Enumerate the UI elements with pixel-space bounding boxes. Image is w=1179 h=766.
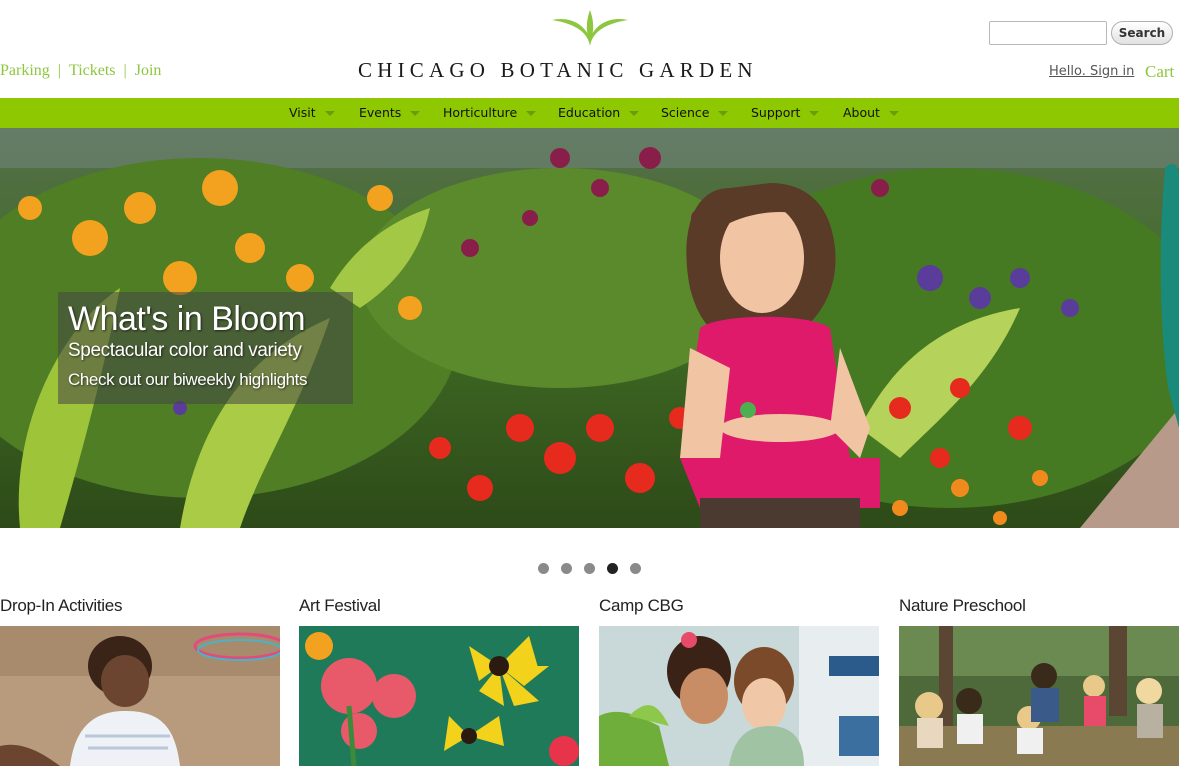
site-header: Parking | Tickets | Join CHICAGO BOTANIC GAR…: [0, 0, 1179, 98]
search-button[interactable]: Search: [1111, 21, 1173, 45]
slider-dot[interactable]: [584, 563, 595, 574]
utility-links: Parking | Tickets | Join: [0, 62, 161, 80]
feature-card-nature-preschool[interactable]: Nature Preschool: [899, 596, 1179, 766]
nav-item-horticulture[interactable]: Horticulture: [443, 98, 537, 128]
hero-link[interactable]: Check out our biweekly highlights: [68, 366, 343, 394]
nav-item-education[interactable]: Education: [558, 98, 640, 128]
chevron-down-icon: [809, 111, 820, 116]
main-nav: Visit Events Horticulture Education Scie…: [0, 98, 1179, 128]
nav-item-visit[interactable]: Visit: [289, 98, 335, 128]
slider-dot-active[interactable]: [607, 563, 618, 574]
slider-dot[interactable]: [630, 563, 641, 574]
parking-link[interactable]: Parking: [0, 62, 50, 79]
slider-dot[interactable]: [561, 563, 572, 574]
chevron-down-icon: [410, 111, 421, 116]
hero-subtitle: Spectacular color and variety: [68, 340, 302, 361]
chevron-down-icon: [718, 111, 729, 116]
nav-item-label: Visit: [289, 105, 316, 120]
hero-title: What's in Bloom: [68, 300, 306, 338]
nav-item-label: Events: [359, 105, 402, 120]
feature-card-drop-in[interactable]: Drop-In Activities: [0, 596, 280, 766]
join-link[interactable]: Join: [135, 62, 162, 79]
slider-dot[interactable]: [538, 563, 549, 574]
cart-link[interactable]: Cart: [1145, 62, 1174, 82]
search-input[interactable]: [989, 21, 1107, 45]
card-image[interactable]: [0, 626, 280, 766]
nav-item-label: Support: [751, 105, 801, 120]
card-title[interactable]: Camp CBG: [599, 596, 684, 616]
nav-item-science[interactable]: Science: [661, 98, 729, 128]
nav-item-support[interactable]: Support: [751, 98, 820, 128]
chevron-down-icon: [888, 111, 899, 116]
leaf-logo-icon: [552, 10, 628, 46]
separator: |: [123, 62, 127, 79]
feature-card-camp-cbg[interactable]: Camp CBG: [599, 596, 879, 766]
nav-item-label: Education: [558, 105, 621, 120]
separator: |: [57, 62, 61, 79]
logo-wordmark: CHICAGO BOTANIC GARDEN: [358, 58, 758, 82]
card-title[interactable]: Drop-In Activities: [0, 596, 122, 616]
nav-item-events[interactable]: Events: [359, 98, 421, 128]
nav-item-label: Horticulture: [443, 105, 518, 120]
sign-in-link[interactable]: Hello. Sign in: [1049, 64, 1134, 79]
card-title[interactable]: Art Festival: [299, 596, 381, 616]
chevron-down-icon: [526, 111, 537, 116]
chevron-down-icon: [324, 111, 335, 116]
card-image[interactable]: [599, 626, 879, 766]
chevron-down-icon: [629, 111, 640, 116]
nav-item-label: About: [843, 105, 880, 120]
card-image[interactable]: [299, 626, 579, 766]
site-logo[interactable]: CHICAGO BOTANIC GARDEN: [358, 8, 820, 82]
hero-slideshow[interactable]: What's in Bloom Spectacular color and va…: [0, 128, 1179, 528]
nav-item-label: Science: [661, 105, 710, 120]
feature-card-art-festival[interactable]: Art Festival: [299, 596, 579, 766]
nav-item-about[interactable]: About: [843, 98, 899, 128]
card-image[interactable]: [899, 626, 1179, 766]
hero-caption[interactable]: What's in Bloom Spectacular color and va…: [58, 292, 353, 404]
card-title[interactable]: Nature Preschool: [899, 596, 1026, 616]
tickets-link[interactable]: Tickets: [69, 62, 116, 79]
